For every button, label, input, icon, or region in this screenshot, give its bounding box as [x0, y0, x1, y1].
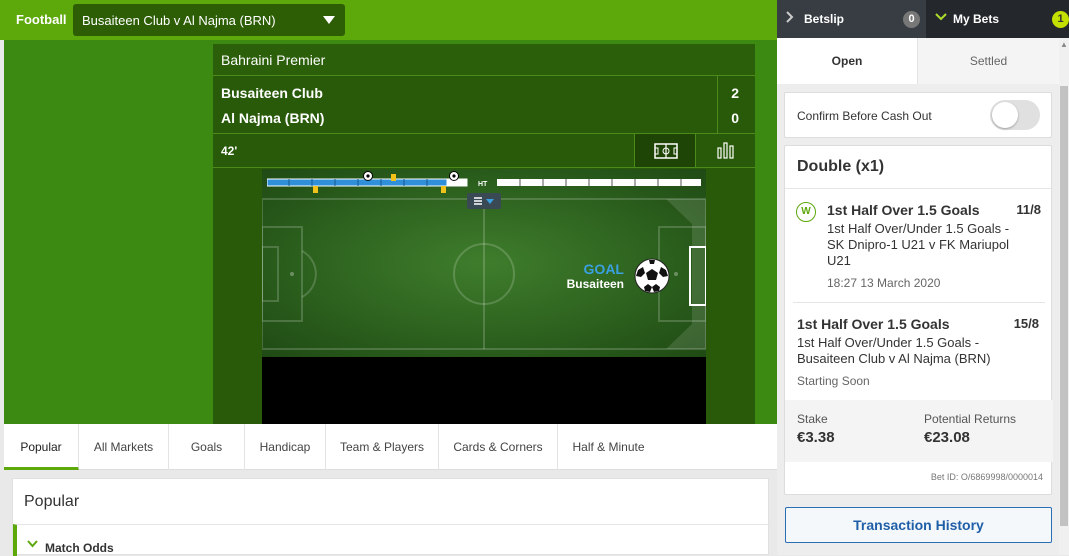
tab-popular[interactable]: Popular	[4, 424, 79, 470]
stats-view-tab[interactable]	[695, 134, 755, 167]
away-team-name: Al Najma (BRN)	[221, 110, 325, 126]
market-match-odds[interactable]: Match Odds	[13, 524, 770, 556]
betslip-tab[interactable]: Betslip 0	[777, 0, 926, 38]
goal-team: Busaiteen	[566, 277, 624, 291]
leg-meta: 18:27 13 March 2020	[827, 276, 941, 290]
scrollbar-thumb[interactable]	[1060, 86, 1068, 526]
ht-label: HT	[478, 181, 488, 188]
stake-value: €3.38	[797, 429, 835, 446]
home-score: 2	[731, 85, 739, 101]
bet-card: Double (x1) W 1st Half Over 1.5 Goals 11…	[784, 145, 1053, 495]
stake-label: Stake	[797, 412, 828, 426]
leg-odds: 11/8	[1016, 202, 1041, 217]
tab-all-markets[interactable]: All Markets	[79, 424, 169, 470]
pitch-view-tab[interactable]	[634, 134, 695, 167]
chevron-down-icon	[935, 11, 947, 25]
football-icon	[634, 258, 670, 294]
match-select[interactable]: Busaiteen Club v Al Najma (BRN)	[73, 4, 345, 36]
visualiser-menu-button[interactable]	[467, 193, 501, 209]
market-tabs: Popular All Markets Goals Handicap Team …	[4, 424, 777, 470]
tab-handicap[interactable]: Handicap	[245, 424, 326, 470]
match-clock: 42'	[221, 144, 238, 158]
chevron-down-icon	[323, 16, 335, 24]
betslip-label: Betslip	[804, 12, 845, 26]
pitch-icon	[654, 143, 678, 159]
returns-value: €23.08	[924, 429, 970, 446]
section-title: Popular	[24, 493, 80, 510]
scroll-up-icon[interactable]: ▲	[1060, 40, 1068, 49]
bar-chart-icon	[717, 142, 734, 159]
time-row: 42'	[213, 134, 755, 168]
match-scoreboard: Bahraini Premier Busaiteen Club Al Najma…	[213, 44, 755, 424]
returns-label: Potential Returns	[924, 412, 1017, 426]
leg-description-line: SK Dnipro-1 U21 v FK Mariupol	[827, 237, 1010, 252]
chevron-down-icon	[27, 539, 38, 551]
tab-open[interactable]: Open	[777, 38, 918, 84]
chevron-right-icon	[786, 11, 794, 26]
tab-half-minute[interactable]: Half & Minute	[558, 424, 659, 470]
leg-description-line: Busaiteen Club v Al Najma (BRN)	[797, 351, 991, 366]
leg-title: 1st Half Over 1.5 Goals	[827, 202, 980, 218]
goal-announcement: GOAL Busaiteen	[567, 261, 624, 291]
leg-description-line: U21	[827, 253, 851, 268]
bet-type: Double (x1)	[797, 158, 885, 175]
leg-title: 1st Half Over 1.5 Goals	[797, 316, 950, 332]
mybets-subtabs: Open Settled	[777, 38, 1059, 84]
toggle-knob	[992, 102, 1018, 128]
home-team-name: Busaiteen Club	[221, 85, 323, 101]
leg-description-line: 1st Half Over/Under 1.5 Goals -	[827, 221, 1010, 236]
pitch-field: HT GOAL Busaiteen	[262, 169, 706, 357]
tab-goals[interactable]: Goals	[169, 424, 245, 470]
match-select-value: Busaiteen Club v Al Najma (BRN)	[82, 13, 276, 28]
tab-settled[interactable]: Settled	[918, 38, 1059, 84]
match-visualiser: HT GOAL Busaiteen	[262, 169, 706, 424]
win-badge: W	[796, 202, 816, 222]
mybets-tab[interactable]: My Bets 1	[926, 0, 1069, 38]
divider	[793, 302, 1045, 303]
leg-description-line: 1st Half Over/Under 1.5 Goals -	[797, 335, 980, 350]
teams-block: Busaiteen Club Al Najma (BRN) 2 0	[213, 76, 755, 134]
popular-section: Popular Match Odds	[12, 478, 770, 556]
goal-label: GOAL	[583, 261, 624, 277]
sport-label[interactable]: Football	[16, 12, 67, 27]
league-name: Bahraini Premier	[213, 44, 755, 76]
mybets-count-badge: 1	[1052, 11, 1069, 28]
bet-leg: W 1st Half Over 1.5 Goals 11/8 1st Half …	[785, 189, 1053, 303]
event-panel: Football Busaiteen Club v Al Najma (BRN)…	[0, 0, 777, 556]
betslip-count-badge: 0	[903, 11, 920, 28]
confirm-cashout-label: Confirm Before Cash Out	[797, 109, 932, 123]
confirm-cashout-toggle[interactable]	[990, 100, 1040, 130]
tab-team-players[interactable]: Team & Players	[326, 424, 439, 470]
stake-summary: Stake €3.38 Potential Returns €23.08	[785, 400, 1053, 462]
mybets-label: My Bets	[953, 12, 1000, 26]
score-divider	[717, 76, 718, 134]
betslip-panel: Betslip 0 My Bets 1 Open Settled ▲ Confi…	[777, 0, 1069, 555]
tab-cards-corners[interactable]: Cards & Corners	[439, 424, 558, 470]
menu-icon	[474, 197, 494, 205]
leg-odds: 15/8	[1013, 316, 1039, 331]
confirm-cashout-row: Confirm Before Cash Out	[784, 92, 1052, 138]
transaction-history-button[interactable]: Transaction History	[785, 507, 1052, 543]
scrollbar[interactable]: ▲	[1059, 38, 1069, 555]
top-bar: Football Busaiteen Club v Al Najma (BRN)	[0, 0, 777, 40]
market-label: Match Odds	[45, 541, 114, 555]
away-score: 0	[731, 110, 739, 126]
bet-id: Bet ID: O/6869998/0000014	[930, 472, 1043, 482]
leg-meta: Starting Soon	[797, 374, 870, 388]
